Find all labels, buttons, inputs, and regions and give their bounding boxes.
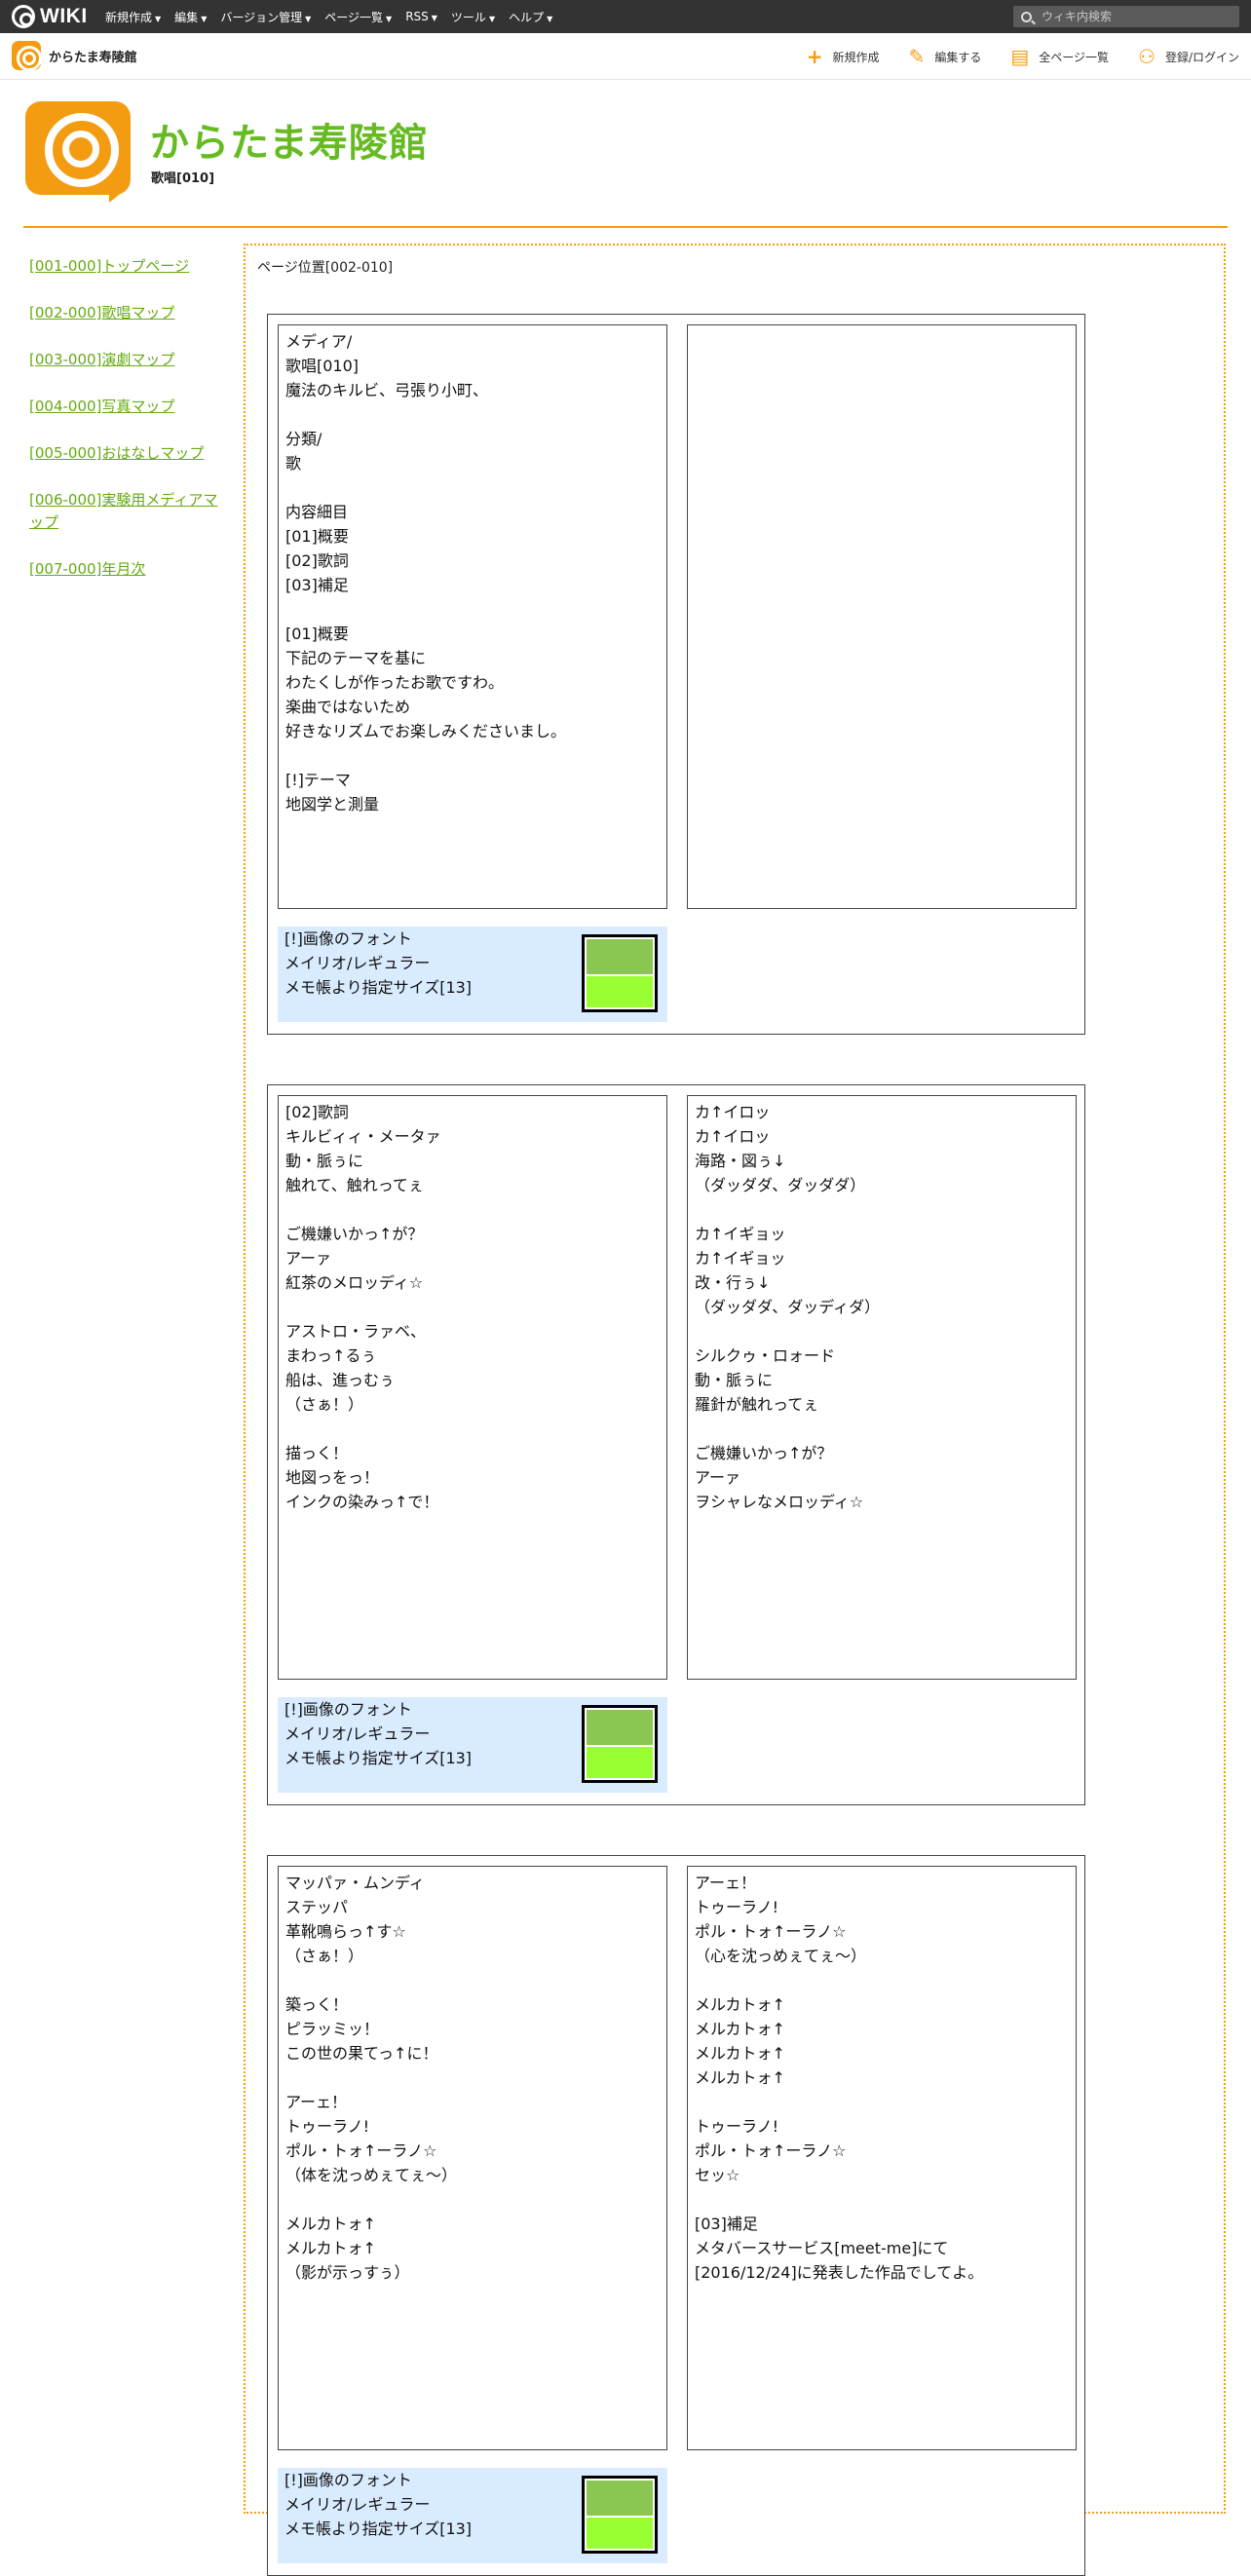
color-swatch xyxy=(582,934,658,1012)
site-name: からたま寿陵館 xyxy=(49,50,137,65)
card-right-text: カ↑イロッ カ↑イロッ 海路・図ぅ↓ （ダッダダ、ダッダダ） カ↑イギョッ カ↑… xyxy=(687,1095,1077,1680)
caret-down-icon: ▼ xyxy=(155,14,162,23)
page-title: 歌唱[010] xyxy=(151,171,215,186)
menu-help[interactable]: ヘルプ ▼ xyxy=(509,9,552,25)
new-page-button[interactable]: + 新規作成 xyxy=(807,47,880,66)
color-swatch xyxy=(582,2476,658,2554)
all-pages-button[interactable]: ▤ 全ページ一覧 xyxy=(1010,47,1109,66)
swatch-bottom xyxy=(587,1747,653,1778)
atwiki-logo[interactable]: WIKI xyxy=(12,5,88,28)
top-bar: WIKI 新規作成 ▼ 編集 ▼ バージョン管理 ▼ ページ一覧 ▼ RSS ▼ ツール ▼… xyxy=(0,0,1251,33)
side-menu: [001-000]トップページ [002-000]歌唱マップ [003-000]… xyxy=(29,255,224,605)
swatch-top xyxy=(587,939,653,974)
site-logo-tail xyxy=(109,187,129,203)
caret-down-icon: ▼ xyxy=(201,14,208,23)
nav-top-page[interactable]: [001-000]トップページ xyxy=(29,255,224,278)
site-bar: からたま寿陵館 + 新規作成 ✎ 編集する ▤ 全ページ一覧 ⚇ 登録/ログイン xyxy=(0,33,1251,80)
lyric-card: メディア/ 歌唱[010] 魔法のキルビ、弓張り小町、 分類/ 歌 内容細目 [… xyxy=(267,314,1085,1035)
swatch-top xyxy=(587,2481,653,2516)
menu-new[interactable]: 新規作成 ▼ xyxy=(105,9,161,25)
nav-story-map[interactable]: [005-000]おはなしマップ xyxy=(29,442,224,465)
add-user-icon: ⚇ xyxy=(1138,45,1156,68)
nav-monthly[interactable]: [007-000]年月次 xyxy=(29,558,224,581)
menu-edit[interactable]: 編集 ▼ xyxy=(174,9,207,25)
card-right-text: アーェ！ トゥーラノ! ポル・トォ↑ーラノ☆ （心を沈っめぇてぇ〜） メルカトォ… xyxy=(687,1866,1077,2450)
nav-drama-map[interactable]: [003-000]演劇マップ xyxy=(29,349,224,371)
caret-down-icon: ▼ xyxy=(431,14,437,22)
card-left-text: メディア/ 歌唱[010] 魔法のキルビ、弓張り小町、 分類/ 歌 内容細目 [… xyxy=(278,324,667,909)
site-brand-link[interactable]: からたま寿陵館 xyxy=(12,41,137,71)
at-logo-icon xyxy=(12,5,35,28)
color-swatch xyxy=(582,1705,658,1783)
font-note: [!]画像のフォント メイリオ/レギュラー メモ帳より指定サイズ[13] xyxy=(278,927,667,1022)
site-actions: + 新規作成 ✎ 編集する ▤ 全ページ一覧 ⚇ 登録/ログイン xyxy=(807,33,1239,80)
page-position: ページ位置[002-010] xyxy=(257,260,394,276)
wiki-search[interactable] xyxy=(1013,6,1239,27)
lyric-card: [02]歌詞 キルビィィ・メータァ 動・脈ぅに 触れて、触れってぇ ご機嫌いかっ… xyxy=(267,1084,1085,1805)
nav-song-map[interactable]: [002-000]歌唱マップ xyxy=(29,302,224,324)
menu-tools[interactable]: ツール ▼ xyxy=(451,9,495,25)
search-icon xyxy=(1021,11,1032,22)
site-title[interactable]: からたま寿陵館 xyxy=(150,111,429,168)
swatch-bottom xyxy=(587,2518,653,2549)
card-left-text: [02]歌詞 キルビィィ・メータァ 動・脈ぅに 触れて、触れってぇ ご機嫌いかっ… xyxy=(278,1095,667,1680)
search-input[interactable] xyxy=(1040,9,1225,24)
lyric-card: マッパァ・ムンディ ステッパ 革靴鳴らっ↑す☆ （さぁ！） 築っく！ ピラッミッ… xyxy=(267,1855,1085,2576)
site-header: からたま寿陵館 歌唱[010] xyxy=(23,101,1228,228)
menu-rss[interactable]: RSS ▼ xyxy=(405,10,437,23)
menu-version[interactable]: バージョン管理 ▼ xyxy=(220,9,311,25)
menu-pages[interactable]: ページ一覧 ▼ xyxy=(324,9,392,25)
font-note: [!]画像のフォント メイリオ/レギュラー メモ帳より指定サイズ[13] xyxy=(278,1697,667,1793)
card-right-text xyxy=(687,324,1077,909)
swatch-bottom xyxy=(587,976,653,1007)
header-divider xyxy=(23,226,1228,228)
caret-down-icon: ▼ xyxy=(547,14,553,23)
login-button[interactable]: ⚇ 登録/ログイン xyxy=(1138,47,1239,66)
site-logo-icon xyxy=(12,41,42,71)
edit-button[interactable]: ✎ 編集する xyxy=(909,47,982,66)
swatch-top xyxy=(587,1710,653,1745)
plus-icon: + xyxy=(806,45,823,68)
top-menu: 新規作成 ▼ 編集 ▼ バージョン管理 ▼ ページ一覧 ▼ RSS ▼ ツール ▼ ヘルプ ▼ xyxy=(105,0,552,33)
caret-down-icon: ▼ xyxy=(386,14,393,23)
caret-down-icon: ▼ xyxy=(488,14,496,23)
site-logo[interactable] xyxy=(25,101,131,195)
nav-experimental-media-map[interactable]: [006-000]実験用メディアマップ xyxy=(29,489,224,534)
nav-photo-map[interactable]: [004-000]写真マップ xyxy=(29,396,224,418)
document-icon: ▤ xyxy=(1010,45,1030,68)
font-note: [!]画像のフォント メイリオ/レギュラー メモ帳より指定サイズ[13] xyxy=(278,2468,667,2563)
main-content: ページ位置[002-010] メディア/ 歌唱[010] 魔法のキルビ、弓張り小… xyxy=(244,244,1226,2576)
card-left-text: マッパァ・ムンディ ステッパ 革靴鳴らっ↑す☆ （さぁ！） 築っく！ ピラッミッ… xyxy=(278,1866,667,2450)
logo-text: WIKI xyxy=(40,5,88,27)
pencil-icon: ✎ xyxy=(908,45,926,68)
caret-down-icon: ▼ xyxy=(305,14,312,23)
